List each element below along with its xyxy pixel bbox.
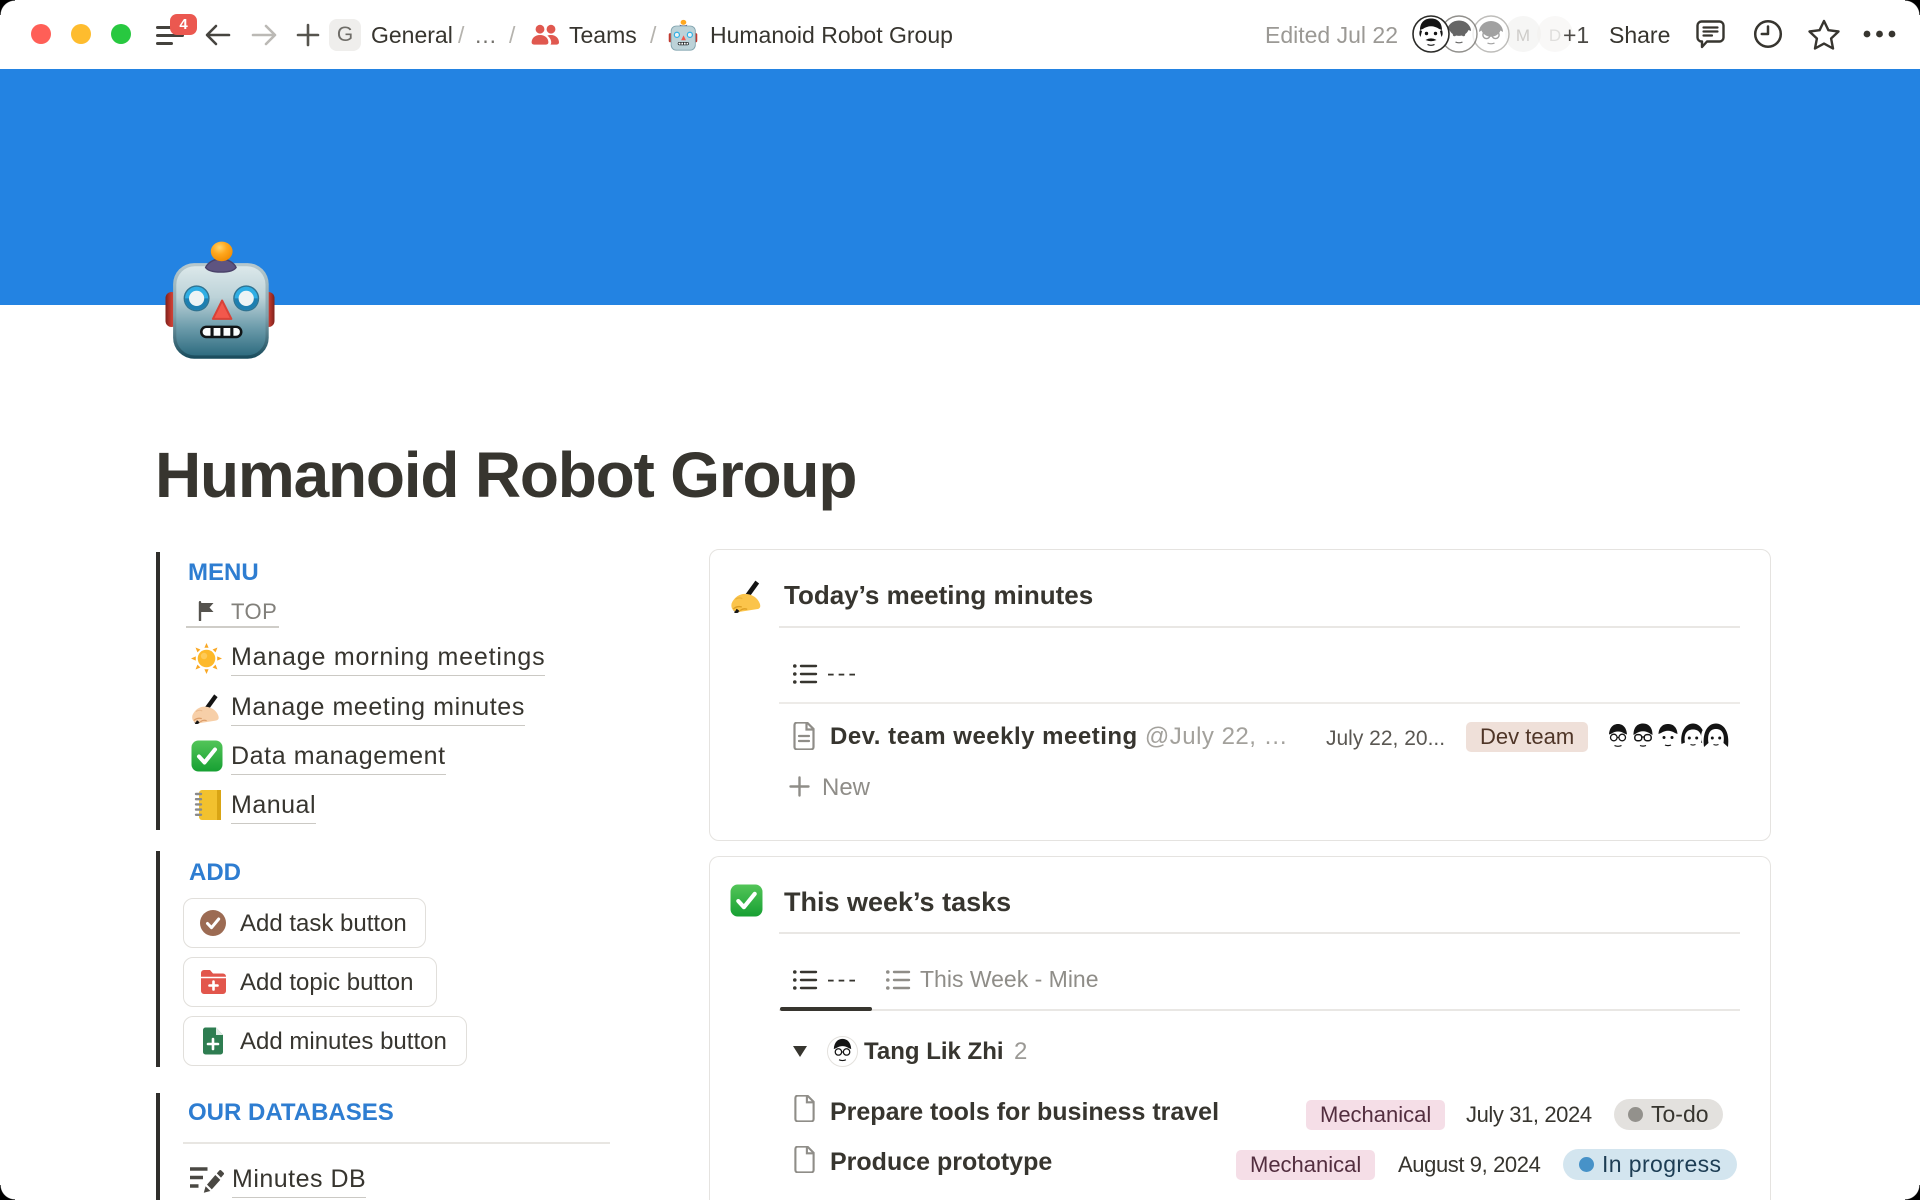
svg-text:M: M [1516, 26, 1530, 45]
svg-text:D: D [1549, 26, 1561, 45]
